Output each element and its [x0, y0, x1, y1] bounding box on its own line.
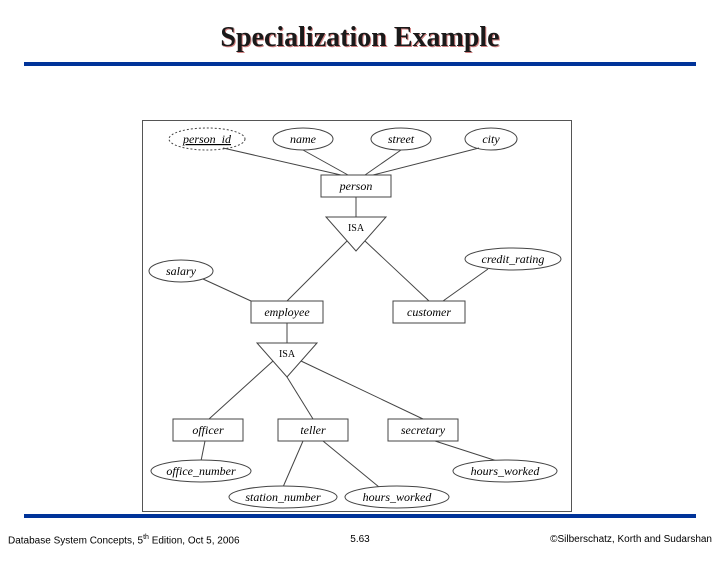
svg-text:ISA: ISA: [279, 349, 296, 360]
attr-office-number: office_number: [151, 460, 251, 482]
isa-triangle-2: ISA: [257, 343, 317, 377]
svg-text:officer: officer: [192, 423, 224, 437]
attr-hours-worked-secretary: hours_worked: [453, 460, 557, 482]
attr-name: name: [273, 128, 333, 150]
svg-text:ISA: ISA: [348, 223, 365, 234]
attr-station-number: station_number: [229, 486, 337, 508]
svg-text:hours_worked: hours_worked: [363, 490, 433, 504]
svg-text:person_id: person_id: [182, 132, 232, 146]
er-diagram: person_id name street city person ISA sa…: [143, 121, 571, 511]
attr-street: street: [371, 128, 431, 150]
divider-top: [24, 62, 696, 66]
diagram-frame: person_id name street city person ISA sa…: [142, 120, 572, 512]
svg-text:teller: teller: [300, 423, 326, 437]
svg-text:customer: customer: [407, 305, 451, 319]
svg-text:person: person: [339, 179, 373, 193]
entity-secretary: secretary: [388, 419, 458, 441]
attr-person-id: person_id: [169, 128, 245, 150]
attr-hours-worked-teller: hours_worked: [345, 486, 449, 508]
svg-text:street: street: [388, 132, 415, 146]
svg-text:salary: salary: [166, 264, 197, 278]
divider-bottom: [24, 514, 696, 518]
svg-text:city: city: [482, 132, 500, 146]
svg-text:credit_rating: credit_rating: [482, 252, 545, 266]
entity-employee: employee: [251, 301, 323, 323]
svg-text:name: name: [290, 132, 317, 146]
svg-text:station_number: station_number: [245, 490, 321, 504]
svg-text:office_number: office_number: [166, 464, 236, 478]
entity-person: person: [321, 175, 391, 197]
entity-teller: teller: [278, 419, 348, 441]
entity-officer: officer: [173, 419, 243, 441]
attr-credit-rating: credit_rating: [465, 248, 561, 270]
attr-city: city: [465, 128, 517, 150]
slide-title: Specialization Example: [0, 22, 720, 54]
svg-text:hours_worked: hours_worked: [471, 464, 541, 478]
entity-customer: customer: [393, 301, 465, 323]
svg-text:secretary: secretary: [401, 423, 446, 437]
svg-text:employee: employee: [264, 305, 310, 319]
isa-triangle-1: ISA: [326, 217, 386, 251]
